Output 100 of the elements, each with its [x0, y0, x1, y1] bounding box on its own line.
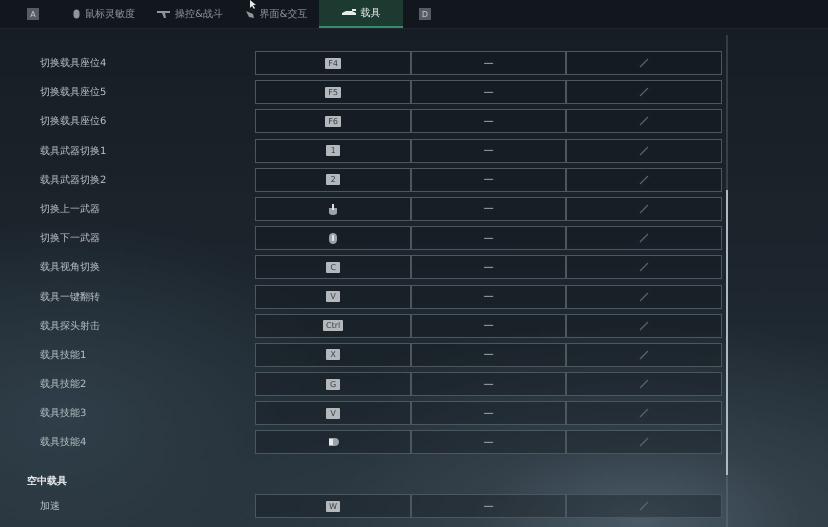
binding-slot[interactable] [566, 196, 722, 221]
slash-icon [639, 262, 650, 272]
binding-slot[interactable]: F6 [255, 109, 411, 134]
key-cap: V [326, 291, 340, 302]
binding-slot[interactable]: — [410, 168, 566, 192]
binding-slot[interactable] [566, 401, 722, 426]
binding-slot[interactable]: — [410, 314, 566, 338]
binding-slot[interactable]: — [410, 226, 566, 250]
binding-slot[interactable] [566, 430, 722, 454]
binding-slot[interactable] [566, 494, 722, 518]
binding-slot[interactable]: — [410, 51, 566, 75]
slash-icon [639, 146, 650, 156]
action-label: 加速 [40, 500, 61, 514]
key-cap: F4 [325, 58, 341, 68]
key-hint: A [27, 8, 39, 20]
key-cap: F5 [325, 86, 341, 98]
action-label: 切换载具座位6 [40, 114, 108, 128]
action-label: 载具技能1 [40, 348, 88, 362]
binding-slot[interactable]: — [410, 80, 566, 104]
binding-slot[interactable] [566, 342, 722, 367]
binding-slot[interactable] [255, 430, 411, 454]
section-title: 空中载具 [27, 474, 68, 488]
key-hint: D [419, 8, 431, 20]
binding-slot[interactable]: — [410, 494, 566, 518]
slash-icon [639, 204, 650, 214]
binding-slot[interactable] [566, 109, 722, 134]
action-label: 载具视角切换 [40, 260, 101, 274]
action-label: 切换载具座位5 [40, 86, 108, 100]
binding-slot[interactable]: 2 [255, 168, 411, 192]
binding-slot[interactable] [566, 138, 722, 163]
binding-slot[interactable]: 1 [255, 138, 411, 163]
tab[interactable]: 操控&战斗 [147, 0, 233, 28]
binding-slot[interactable]: V [255, 284, 411, 308]
binding-slot[interactable]: Ctrl [255, 314, 411, 338]
action-label: 载具探头射击 [40, 320, 101, 333]
binding-slot[interactable] [566, 226, 722, 250]
action-label: 载具武器切换2 [40, 174, 108, 187]
key-cap: F6 [325, 116, 341, 127]
binding-slot[interactable]: — [410, 342, 566, 367]
binding-slot[interactable] [566, 51, 722, 75]
slash-icon [639, 379, 650, 390]
slash-icon [639, 350, 650, 360]
slash-icon [639, 174, 650, 185]
binding-slot[interactable] [566, 284, 722, 308]
mouse-wheel-up-icon [328, 202, 338, 215]
tab[interactable]: 载具 [319, 0, 403, 28]
binding-slot[interactable] [255, 196, 411, 221]
binding-slot[interactable]: — [410, 401, 566, 426]
binding-slot[interactable] [566, 314, 722, 338]
binding-slot[interactable] [566, 372, 722, 396]
slash-icon [639, 87, 650, 98]
tab[interactable]: 鼠标灵敏度 [61, 0, 147, 28]
action-label: 载具武器切换1 [40, 144, 108, 158]
mouse-wheel-down-icon [328, 232, 338, 244]
binding-slot[interactable]: F4 [255, 51, 411, 75]
binding-slot[interactable]: W [255, 494, 411, 518]
binding-slot[interactable]: C [255, 255, 411, 280]
binding-slot[interactable]: V [255, 401, 411, 426]
action-label: 载具技能3 [40, 406, 88, 420]
key-cap: X [326, 349, 340, 360]
action-label: 切换下一武器 [40, 232, 101, 246]
binding-slot[interactable]: — [410, 255, 566, 280]
key-cap: 2 [326, 174, 340, 186]
slash-icon [639, 320, 650, 331]
mouse-icon [327, 437, 340, 448]
binding-slot[interactable] [566, 80, 722, 104]
car-icon [342, 9, 356, 17]
binding-slot[interactable]: — [410, 196, 566, 221]
action-label: 载具一键翻转 [40, 290, 101, 304]
slash-icon [639, 501, 650, 512]
key-cap: G [326, 378, 340, 390]
slash-icon [639, 408, 650, 418]
binding-slot[interactable]: — [410, 284, 566, 308]
slash-icon [639, 233, 650, 244]
slash-icon [639, 437, 650, 448]
binding-slot[interactable]: X [255, 342, 411, 367]
slash-icon [639, 116, 650, 126]
binding-slot[interactable]: F5 [255, 80, 411, 104]
key-cap: V [326, 408, 340, 419]
key-cap: 1 [326, 145, 340, 156]
leaf-icon [244, 9, 255, 19]
binding-slot[interactable] [255, 226, 411, 250]
binding-slot[interactable]: — [410, 109, 566, 134]
scrollbar[interactable] [726, 35, 728, 527]
binding-slot[interactable]: — [410, 138, 566, 163]
tab[interactable]: 界面&交互 [233, 0, 319, 28]
binding-slot[interactable]: — [410, 372, 566, 396]
action-label: 载具技能4 [40, 436, 88, 450]
slash-icon [639, 292, 650, 302]
action-label: 切换载具座位4 [40, 56, 108, 70]
binding-slot[interactable] [566, 255, 722, 280]
key-cap: W [326, 500, 340, 512]
mouse-icon [73, 9, 80, 19]
action-label: 切换上一武器 [40, 202, 101, 216]
pointer-icon [250, 0, 257, 9]
gun-icon [157, 10, 170, 18]
binding-slot[interactable]: — [410, 430, 566, 454]
binding-slot[interactable]: G [255, 372, 411, 396]
key-cap: Ctrl [323, 320, 344, 332]
binding-slot[interactable] [566, 168, 722, 192]
